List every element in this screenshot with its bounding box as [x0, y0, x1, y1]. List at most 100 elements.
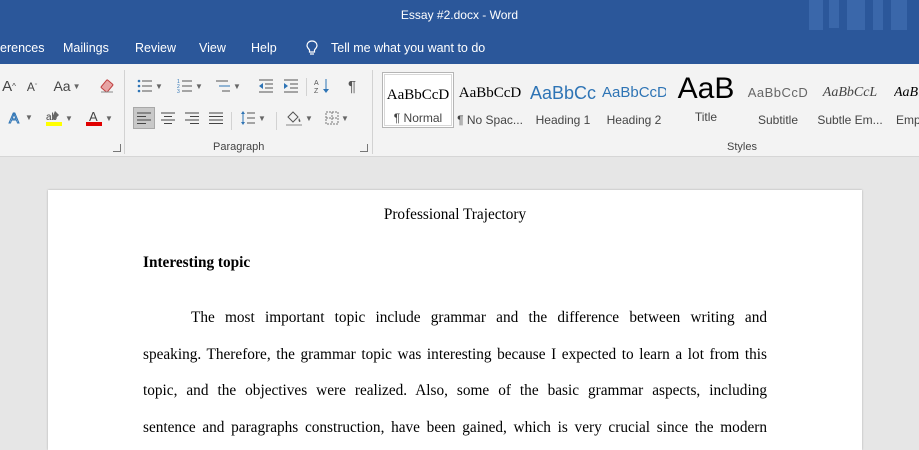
- align-center-button[interactable]: [158, 107, 178, 129]
- style-name: Emp: [896, 113, 919, 127]
- clear-formatting-button[interactable]: [97, 76, 117, 96]
- highlight-color-button[interactable]: ab ▼: [42, 107, 76, 129]
- style-heading-2[interactable]: AaBbCcD Heading 2: [602, 72, 666, 128]
- svg-text:Z: Z: [314, 88, 319, 94]
- svg-text:A: A: [9, 110, 19, 125]
- style-name: ¶ Normal: [393, 111, 443, 125]
- highlighter-icon: ab: [46, 111, 63, 126]
- eraser-icon: [100, 79, 114, 93]
- ribbon: A ^ Aˇ Aa ▼ A ▼ ab ▼ A ▼ ▼ 1 2 3 ▼ ▼ AZ ¶: [0, 64, 919, 157]
- style-preview: AaB: [677, 76, 735, 102]
- multilevel-list-icon: [216, 80, 231, 92]
- title-bar: Essay #2.docx - Word: [0, 0, 919, 30]
- numbering-button[interactable]: 1 2 3 ▼: [173, 76, 207, 96]
- ribbon-tabs: erences Mailings Review View Help Tell m…: [0, 30, 919, 64]
- shrink-font-button[interactable]: Aˇ: [24, 78, 40, 96]
- window-title: Essay #2.docx - Word: [400, 8, 519, 22]
- align-left-icon: [137, 112, 151, 124]
- style-normal[interactable]: AaBbCcD ¶ Normal: [382, 72, 454, 128]
- increase-indent-icon: [284, 79, 298, 93]
- tab-review[interactable]: Review: [135, 41, 176, 55]
- style-preview: AaBbCcL: [822, 85, 878, 100]
- style-title[interactable]: AaB Title: [672, 72, 740, 128]
- tab-references[interactable]: erences: [0, 41, 44, 55]
- bullets-icon: [137, 79, 153, 93]
- style-subtitle[interactable]: AaBbCcD Subtitle: [746, 72, 810, 128]
- button-separator: [231, 112, 232, 130]
- grow-font-button[interactable]: A ^: [0, 76, 18, 96]
- bullets-button[interactable]: ▼: [134, 76, 166, 96]
- justify-button[interactable]: [206, 107, 226, 129]
- text-effects-button[interactable]: A ▼: [5, 107, 35, 127]
- svg-text:A: A: [314, 80, 319, 87]
- tab-mailings[interactable]: Mailings: [63, 41, 109, 55]
- paragraph-group-label: Paragraph: [213, 141, 265, 153]
- body-line[interactable]: The most important topic include grammar…: [143, 300, 767, 337]
- document-page[interactable]: Professional Trajectory Interesting topi…: [48, 190, 862, 450]
- document-canvas[interactable]: Professional Trajectory Interesting topi…: [0, 157, 919, 450]
- align-left-button[interactable]: [133, 107, 155, 129]
- style-preview: AaBbCcD: [386, 87, 450, 103]
- document-heading[interactable]: Interesting topic: [143, 254, 250, 272]
- style-name: ¶ No Spac...: [457, 113, 523, 127]
- group-separator: [372, 70, 373, 154]
- style-emphasis[interactable]: AaBl Emp: [890, 72, 919, 128]
- align-right-button[interactable]: [182, 107, 202, 129]
- body-line[interactable]: speaking. Therefore, the grammar topic w…: [143, 337, 767, 374]
- show-formatting-marks-button[interactable]: ¶: [342, 76, 362, 96]
- body-line[interactable]: topic, and the objectives were realized.…: [143, 373, 767, 410]
- font-dialog-launcher[interactable]: [113, 144, 121, 152]
- style-preview: AaBbCcD: [602, 84, 666, 101]
- document-body[interactable]: The most important topic include grammar…: [143, 300, 767, 446]
- pilcrow-icon: ¶: [347, 77, 357, 95]
- line-spacing-icon: [241, 111, 256, 125]
- paint-bucket-icon: [286, 111, 303, 126]
- style-preview: AaBbCcD: [458, 85, 522, 101]
- numbering-icon: 123: [177, 79, 193, 93]
- paragraph-dialog-launcher[interactable]: [360, 144, 368, 152]
- change-case-button[interactable]: Aa ▼: [51, 76, 83, 96]
- svg-text:3: 3: [177, 89, 180, 93]
- align-center-icon: [161, 112, 175, 124]
- text-effects-icon: A: [9, 110, 20, 126]
- font-color-button[interactable]: A ▼: [82, 107, 116, 129]
- style-heading-1[interactable]: AaBbCc Heading 1: [530, 72, 596, 128]
- change-case-label: Aa: [53, 78, 71, 94]
- decrease-indent-icon: [259, 79, 273, 93]
- sort-button[interactable]: AZ: [312, 76, 332, 96]
- justify-icon: [209, 112, 223, 124]
- style-preview: AaBbCcD: [747, 85, 809, 100]
- lightbulb-icon[interactable]: [305, 40, 319, 56]
- style-subtle-emphasis[interactable]: AaBbCcL Subtle Em...: [816, 72, 884, 128]
- shading-button[interactable]: ▼: [282, 107, 316, 129]
- document-title[interactable]: Professional Trajectory: [48, 206, 862, 224]
- multilevel-list-button[interactable]: ▼: [211, 76, 245, 96]
- body-line[interactable]: sentence and paragraphs construction, ha…: [143, 410, 767, 447]
- grow-font-label: A: [2, 77, 13, 95]
- font-color-icon: A: [86, 109, 103, 126]
- style-name: Subtle Em...: [817, 113, 883, 127]
- style-name: Heading 2: [606, 113, 662, 127]
- tell-me-search[interactable]: Tell me what you want to do: [331, 41, 485, 55]
- button-separator: [276, 112, 277, 130]
- styles-group-label: Styles: [727, 141, 757, 153]
- style-name: Heading 1: [535, 113, 591, 127]
- tab-view[interactable]: View: [199, 41, 226, 55]
- increase-indent-button[interactable]: [281, 76, 301, 96]
- svg-text:A: A: [89, 109, 98, 124]
- style-preview: AaBbCc: [530, 83, 596, 103]
- borders-button[interactable]: ▼: [320, 107, 354, 129]
- style-name: Title: [694, 110, 718, 124]
- align-right-icon: [185, 112, 199, 124]
- style-name: Subtitle: [757, 113, 799, 127]
- shrink-font-label: A: [26, 80, 35, 94]
- line-spacing-button[interactable]: ▼: [236, 107, 270, 129]
- style-preview: AaBl: [894, 85, 919, 100]
- sort-icon: AZ: [314, 79, 329, 94]
- tab-help[interactable]: Help: [251, 41, 277, 55]
- group-separator: [124, 70, 125, 154]
- button-separator: [306, 78, 307, 96]
- style-no-spacing[interactable]: AaBbCcD ¶ No Spac...: [456, 72, 524, 128]
- borders-icon: [325, 111, 339, 125]
- decrease-indent-button[interactable]: [256, 76, 276, 96]
